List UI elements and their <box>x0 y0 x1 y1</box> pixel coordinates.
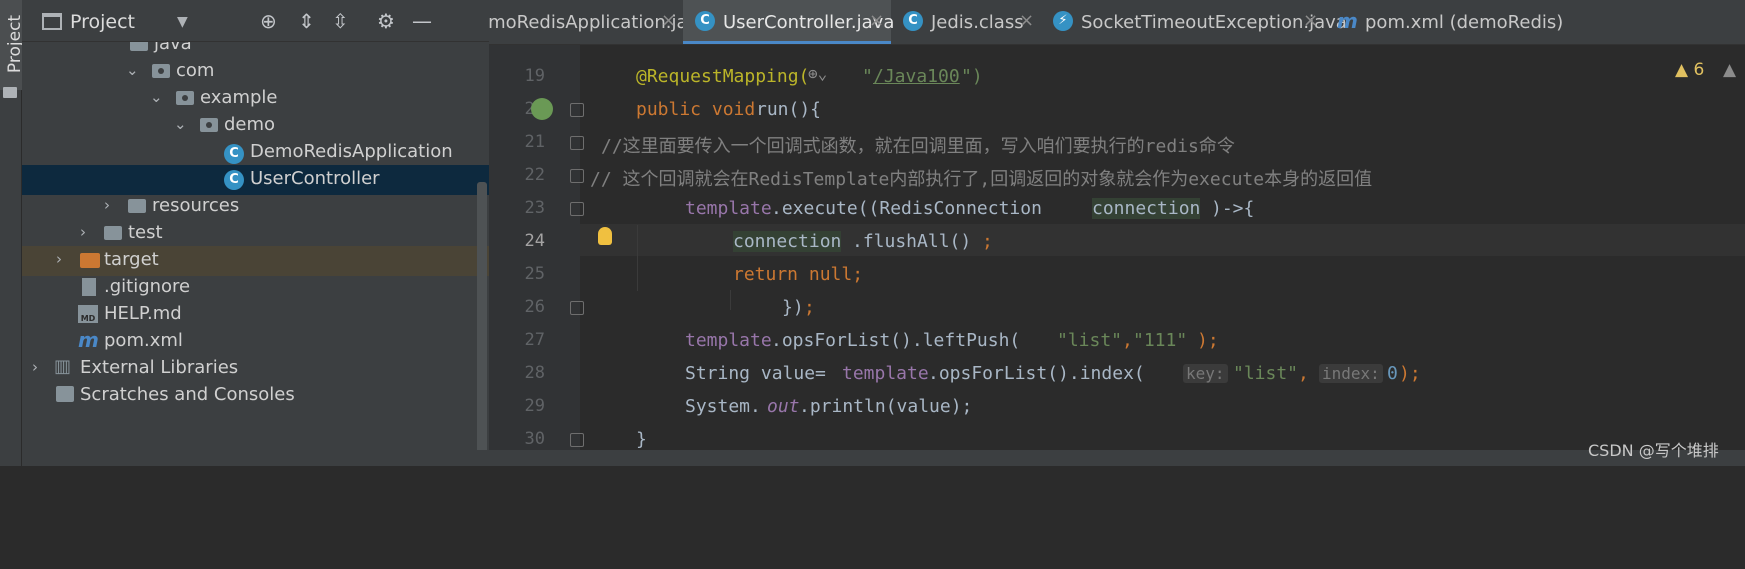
close-icon[interactable]: × <box>1303 10 1318 31</box>
code-line-29: System. out .println(value); <box>685 396 973 417</box>
close-icon[interactable]: × <box>1019 10 1034 31</box>
expand-all-icon[interactable]: ⇕ <box>298 9 315 33</box>
tab-demo-redis-application[interactable]: emoRedisApplication.java × <box>489 0 709 44</box>
code-line-26: }) ; <box>782 297 815 318</box>
code-line-23: template .execute((RedisConnection conne… <box>685 198 1255 219</box>
project-window-icon <box>42 13 62 30</box>
project-view-selector[interactable]: Project <box>70 11 135 33</box>
tab-pom-xml[interactable]: m pom.xml (demoRedis) <box>1325 0 1565 44</box>
code-line-25: return null; <box>733 264 864 285</box>
code-line-22: // 这个回调就会在RedisTemplate内部执行了,回调返回的对象就会作为… <box>590 169 1373 190</box>
folder-icon <box>130 42 148 51</box>
bottom-scrollbar[interactable] <box>22 450 1745 466</box>
tab-jedis-class[interactable]: C Jedis.class × <box>891 0 1041 44</box>
tab-socket-timeout-exception[interactable]: ⚡ SocketTimeoutException.java × <box>1041 0 1347 44</box>
hide-icon[interactable]: — <box>412 9 432 33</box>
code-line-20: public void run(){ <box>636 99 822 120</box>
project-toolbar: Project ▼ ⊕ ⇕ ⇳ ⚙ — <box>22 0 489 42</box>
chevron-down-icon[interactable]: ▼ <box>177 14 188 30</box>
tree-scrollbar[interactable] <box>477 182 487 466</box>
request-path-link[interactable]: /Java100 <box>873 66 960 87</box>
param-hint-key: key: <box>1183 364 1228 383</box>
class-icon: C <box>695 11 715 31</box>
class-icon: C <box>903 11 923 31</box>
code-line-21: //这里面要传入一个回调式函数，就在回调里面，写入咱们要执行的redis命令 <box>601 136 1235 157</box>
exception-class-icon: ⚡ <box>1053 11 1073 31</box>
editor-tabs: emoRedisApplication.java × C UserControl… <box>489 0 1745 45</box>
globe-icon[interactable]: ⊕⌄ <box>808 64 827 83</box>
close-icon[interactable]: × <box>869 10 884 31</box>
code-line-24: connection .flushAll() ; <box>733 231 993 252</box>
gear-icon[interactable]: ⚙ <box>377 9 395 33</box>
code-line-19: @RequestMapping( ⊕⌄ " /Java100 ") <box>636 64 983 87</box>
param-hint-index: index: <box>1319 364 1383 383</box>
locate-icon[interactable]: ⊕ <box>260 9 277 33</box>
code-line-27: template .opsForList().leftPush( "list" … <box>685 330 1219 351</box>
tab-user-controller[interactable]: C UserController.java × <box>683 0 894 44</box>
code-line-28: String value= template .opsForList().ind… <box>685 363 1421 384</box>
maven-icon: m <box>1337 9 1358 33</box>
close-icon[interactable]: × <box>661 10 676 31</box>
watermark: CSDN @写个堆排 <box>1588 441 1719 460</box>
collapse-all-icon[interactable]: ⇳ <box>332 9 349 33</box>
